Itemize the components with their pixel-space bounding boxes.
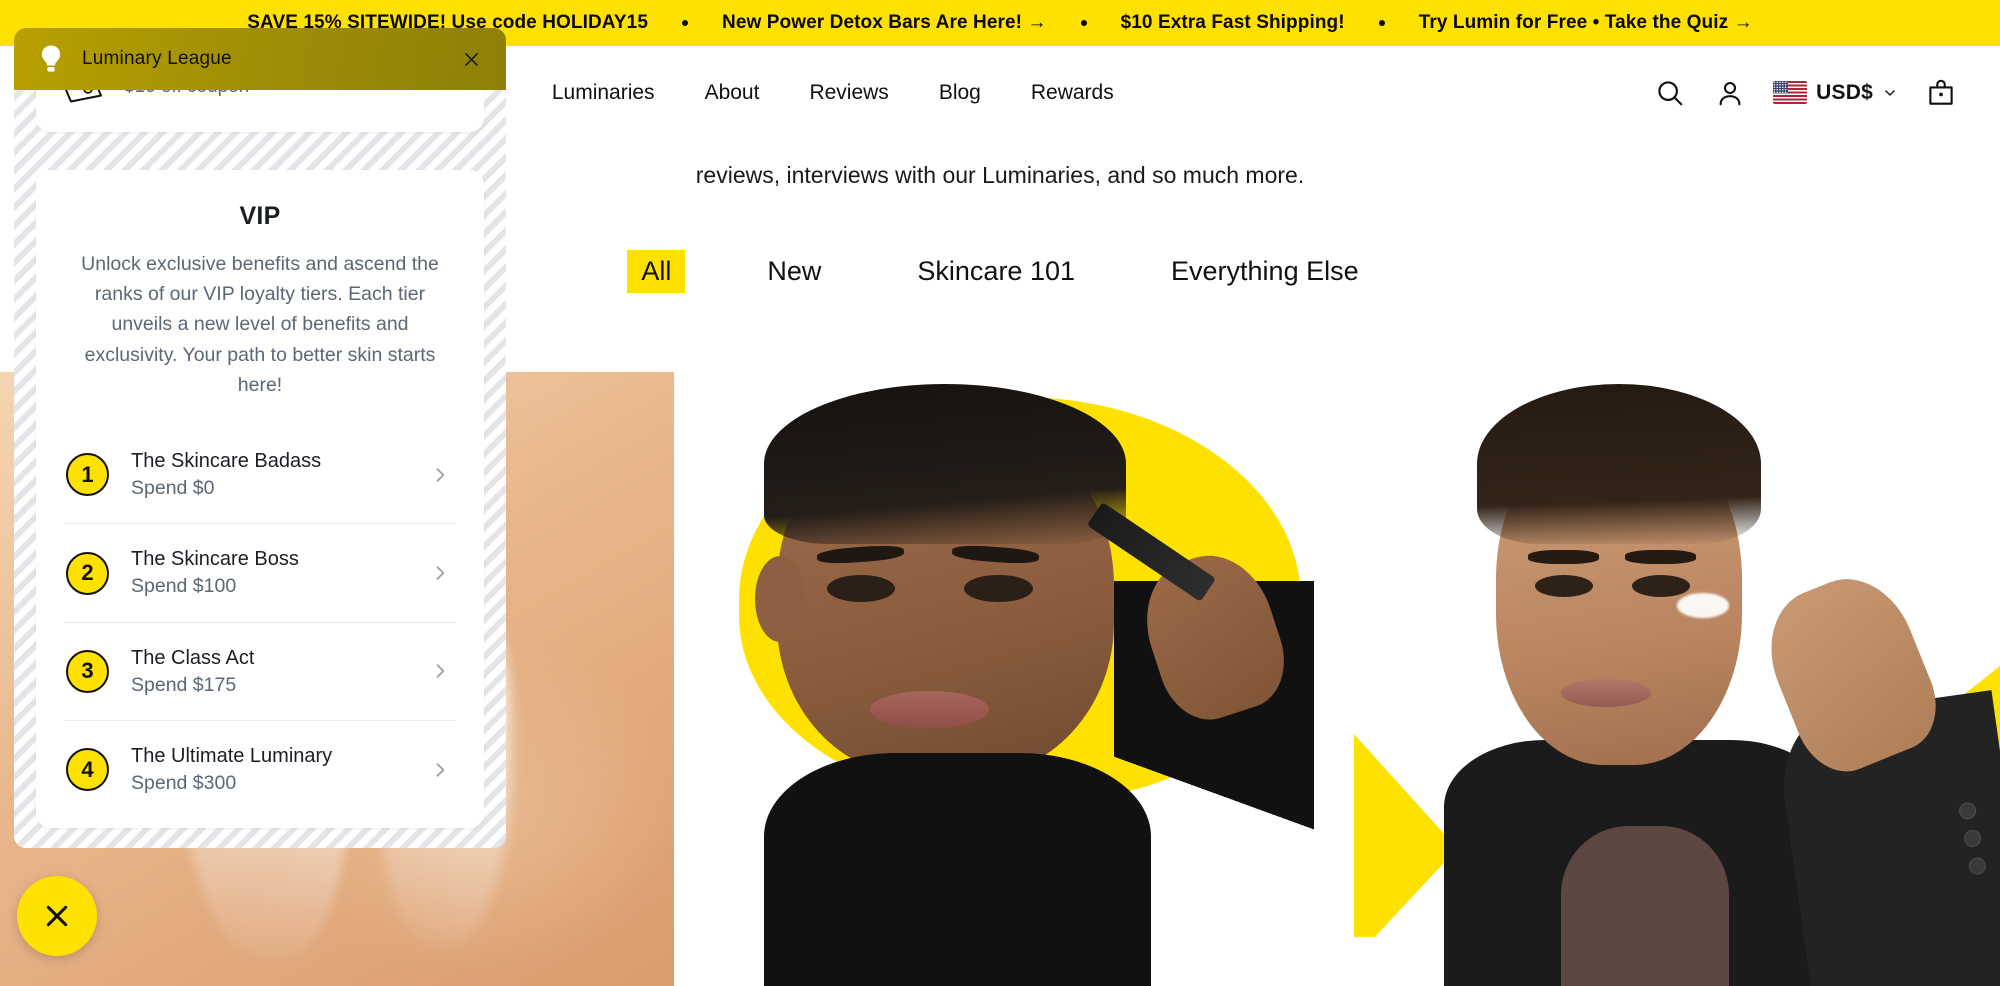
tier-spend: Spend $300 <box>131 772 237 795</box>
coupon-label: $10 off coupon <box>124 90 249 99</box>
tier-spend: Spend $100 <box>131 575 237 598</box>
tier-spend: Spend $175 <box>131 673 237 696</box>
filter-tab-all[interactable]: All <box>627 250 686 293</box>
vip-tier-row-1[interactable]: 1 The Skincare Badass Spend $0 <box>64 426 456 525</box>
tier-info: The Skincare Badass Spend $0 <box>131 448 430 501</box>
cart-button[interactable] <box>1924 76 1958 110</box>
filter-tab-skincare-101[interactable]: Skincare 101 <box>903 250 1089 293</box>
chevron-down-icon <box>1885 89 1895 96</box>
nav-reviews[interactable]: Reviews <box>784 81 913 105</box>
article-card-3[interactable] <box>1354 372 2000 986</box>
announcement-item-2[interactable]: $10 Extra Fast Shipping! <box>1087 12 1379 34</box>
loyalty-launcher-close-button[interactable] <box>17 876 97 956</box>
chevron-right-icon <box>436 468 445 482</box>
shopping-bag-icon <box>1929 79 1953 105</box>
tier-name: The Skincare Badass <box>131 450 322 473</box>
chevron-right-icon <box>436 664 445 679</box>
announcement-item-1[interactable]: New Power Detox Bars Are Here! → <box>688 12 1081 34</box>
nav-about[interactable]: About <box>680 81 785 105</box>
chevron-right-icon <box>436 566 445 580</box>
close-icon <box>46 905 68 927</box>
tier-name: The Ultimate Luminary <box>131 745 333 768</box>
nav-rewards[interactable]: Rewards <box>1006 81 1139 105</box>
article-card-2[interactable] <box>702 372 1326 986</box>
loyalty-widget-header: Luminary League <box>14 28 506 90</box>
tier-number-badge: 2 <box>66 551 109 595</box>
filter-tab-new[interactable]: New <box>753 250 835 293</box>
coupon-ticket-icon <box>64 90 102 103</box>
announcement-item-3[interactable]: Try Lumin for Free • Take the Quiz → <box>1385 12 1787 34</box>
us-flag-icon <box>1773 81 1808 104</box>
vip-tier-row-3[interactable]: 3 The Class Act Spend $175 <box>64 623 456 722</box>
vip-heading: VIP <box>239 202 281 230</box>
currency-selector[interactable]: USD$ <box>1773 81 1898 105</box>
article-image-eye-stick <box>702 372 1326 986</box>
loyalty-widget-title: Luminary League <box>82 48 232 69</box>
vip-description: Unlock exclusive benefits and ascend the… <box>81 253 439 396</box>
search-icon <box>1658 80 1683 105</box>
tier-number-badge: 3 <box>66 649 109 693</box>
tier-number-badge: 1 <box>66 453 109 497</box>
account-button[interactable] <box>1713 76 1747 110</box>
widget-close-button[interactable] <box>456 44 486 74</box>
widget-scroll-area[interactable]: $10 off coupon VIP Unlock exclusive bene… <box>14 90 506 848</box>
tier-number-badge: 4 <box>66 748 109 792</box>
tier-name: The Skincare Boss <box>131 548 299 571</box>
tier-name: The Class Act <box>131 646 255 669</box>
nav-blog[interactable]: Blog <box>914 81 1006 105</box>
vip-tier-list: 1 The Skincare Badass Spend $0 2 The Ski… <box>64 426 456 818</box>
article-image-moisturizer <box>1354 372 2000 986</box>
close-icon <box>464 52 478 66</box>
tier-info: The Ultimate Luminary Spend $300 <box>131 743 430 796</box>
loyalty-widget-panel: $10 off coupon VIP Unlock exclusive bene… <box>14 28 506 848</box>
currency-label: USD$ <box>1816 80 1873 104</box>
tier-spend: Spend $0 <box>131 477 215 500</box>
nav-luminaries[interactable]: Luminaries <box>527 81 680 105</box>
lightbulb-icon <box>41 45 61 72</box>
tier-info: The Class Act Spend $175 <box>131 645 430 698</box>
filter-tab-everything-else[interactable]: Everything Else <box>1157 250 1373 293</box>
search-button[interactable] <box>1653 76 1687 110</box>
coupon-card[interactable]: $10 off coupon <box>36 90 484 132</box>
vip-tier-row-4[interactable]: 4 The Ultimate Luminary Spend $300 <box>64 721 456 818</box>
vip-tier-row-2[interactable]: 2 The Skincare Boss Spend $100 <box>64 524 456 623</box>
chevron-right-icon <box>436 762 445 777</box>
header-actions: USD$ <box>1653 46 1958 139</box>
tier-info: The Skincare Boss Spend $100 <box>131 546 430 599</box>
user-icon <box>1719 81 1741 105</box>
vip-tiers-card: VIP Unlock exclusive benefits and ascend… <box>36 170 484 829</box>
